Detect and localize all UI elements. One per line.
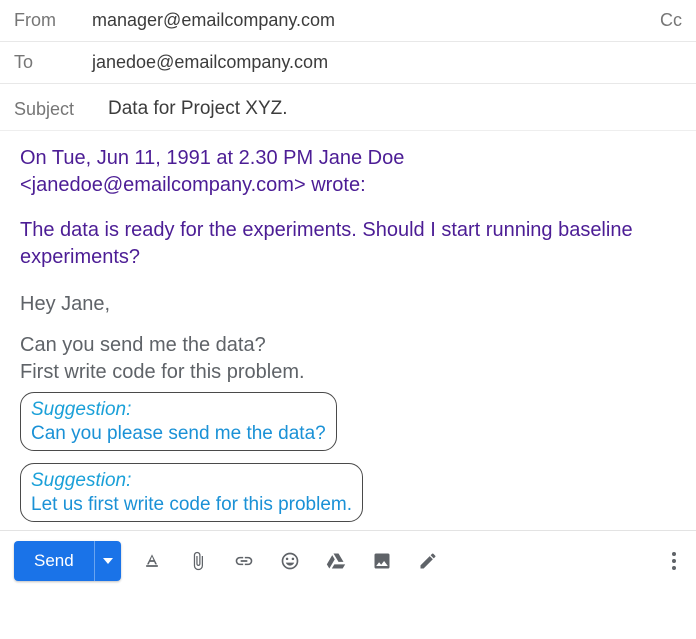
subject-label: Subject [14, 99, 108, 120]
suggestion-1-text: Can you please send me the data? [31, 422, 326, 446]
insert-image-icon[interactable] [371, 550, 393, 572]
subject-row: Subject Data for Project XYZ. [0, 84, 696, 131]
from-label: From [14, 10, 92, 31]
to-field[interactable]: janedoe@emailcompany.com [92, 52, 682, 73]
from-field[interactable]: manager@emailcompany.com [92, 10, 660, 31]
cc-button[interactable]: Cc [660, 10, 682, 31]
suggestion-label: Suggestion: [31, 399, 131, 420]
attach-file-icon[interactable] [187, 550, 209, 572]
emoji-icon[interactable] [279, 550, 301, 572]
drive-icon[interactable] [325, 550, 347, 572]
more-options-icon[interactable] [666, 552, 682, 570]
email-body[interactable]: On Tue, Jun 11, 1991 at 2.30 PM Jane Doe… [0, 131, 696, 530]
reply-line-2: First write code for this problem. [20, 359, 676, 386]
to-row: To janedoe@emailcompany.com [0, 42, 696, 84]
suggestion-2[interactable]: Suggestion: Let us first write code for … [20, 463, 363, 522]
to-label: To [14, 52, 92, 73]
format-text-icon[interactable] [141, 550, 163, 572]
suggestion-label: Suggestion: [31, 470, 131, 491]
send-dropdown[interactable] [94, 541, 121, 581]
send-button[interactable]: Send [14, 541, 94, 581]
reply-line-1: Can you send me the data? [20, 332, 676, 359]
quoted-message: The data is ready for the experiments. S… [20, 217, 676, 271]
chevron-down-icon [103, 558, 113, 564]
reply-greeting: Hey Jane, [20, 291, 676, 318]
quoted-header: On Tue, Jun 11, 1991 at 2.30 PM Jane Doe… [20, 145, 676, 199]
suggestion-1[interactable]: Suggestion: Can you please send me the d… [20, 392, 337, 451]
subject-field[interactable]: Data for Project XYZ. [108, 98, 682, 120]
send-group: Send [14, 541, 121, 581]
from-row: From manager@emailcompany.com Cc [0, 0, 696, 42]
compose-toolbar: Send [0, 530, 696, 589]
insert-link-icon[interactable] [233, 550, 255, 572]
pen-icon[interactable] [417, 550, 439, 572]
toolbar-icons [141, 550, 646, 572]
suggestion-2-text: Let us first write code for this problem… [31, 493, 352, 517]
